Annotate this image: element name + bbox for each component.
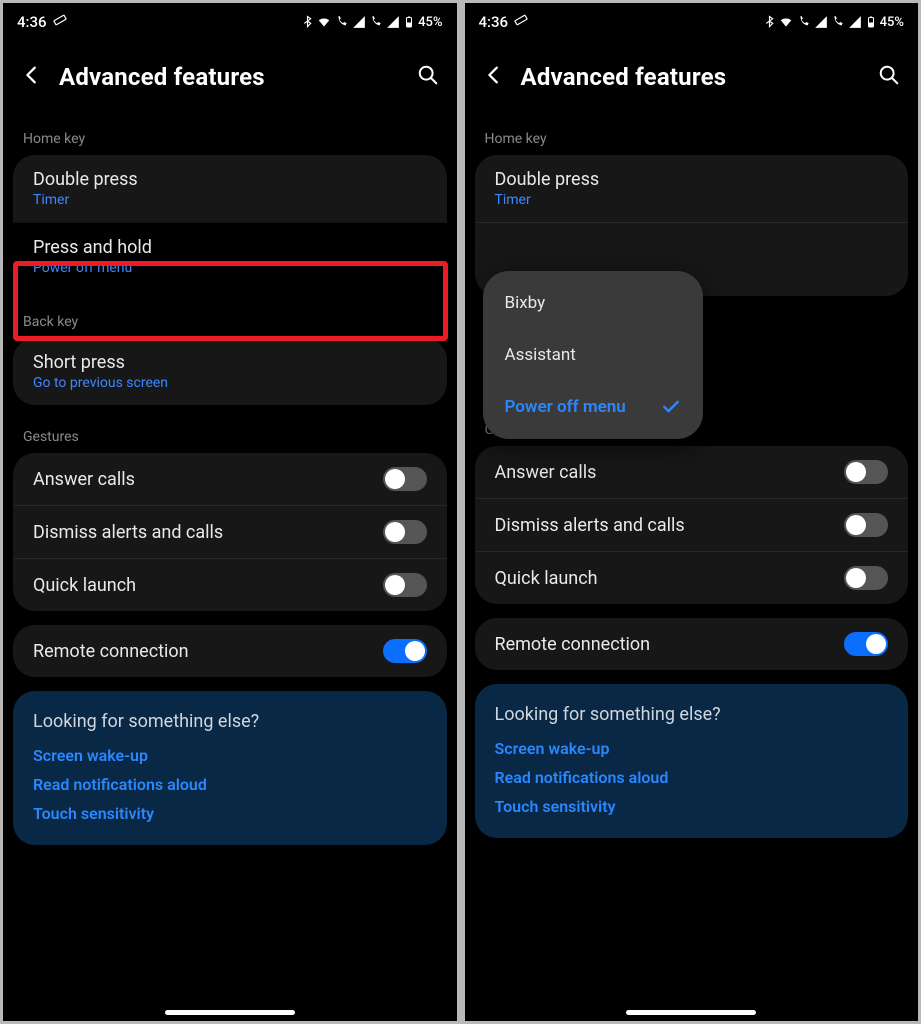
volte-icon-1 [797,15,811,29]
row-double-press[interactable]: Double press Timer [13,155,447,222]
section-gestures: Gestures [3,419,457,453]
row-title: Answer calls [33,469,373,490]
search-icon[interactable] [878,64,900,90]
row-title: Dismiss alerts and calls [33,522,373,543]
signal-icon-2 [848,15,862,29]
link-screen-wake-up[interactable]: Screen wake-up [33,746,427,765]
section-home-key: Home key [3,121,457,155]
home-indicator[interactable] [165,1010,295,1015]
checkmark-icon [661,397,681,417]
toggle-dismiss-alerts[interactable] [383,520,427,544]
popup-option-bixby[interactable]: Bixby [483,277,703,329]
row-press-and-hold[interactable]: Press and hold Power off menu [13,222,447,290]
status-bar: 4:36 45% [3,3,457,39]
popup-option-assistant[interactable]: Assistant [483,329,703,381]
search-icon[interactable] [417,64,439,90]
section-home-key: Home key [465,121,919,155]
row-title: Double press [495,169,889,190]
toggle-quick-launch[interactable] [844,566,888,590]
status-time: 4:36 [479,13,509,31]
row-answer-calls[interactable]: Answer calls [13,453,447,505]
row-subtitle: Power off menu [33,260,427,276]
row-title: Quick launch [33,575,373,596]
toggle-answer-calls[interactable] [844,460,888,484]
toggle-answer-calls[interactable] [383,467,427,491]
toggle-remote-connection[interactable] [383,639,427,663]
section-back-key: Back key [3,304,457,338]
row-title: Remote connection [33,641,373,662]
wifi-icon [316,15,332,29]
volte-icon-2 [831,15,845,29]
page-header: Advanced features [465,39,919,121]
row-subtitle: Timer [33,192,427,208]
signal-icon-2 [386,15,400,29]
battery-icon [865,14,877,30]
row-title: Quick launch [495,568,835,589]
screenshot-left: 4:36 45% Advanced features Home key [3,3,457,1021]
row-double-press[interactable]: Double press Timer [475,155,909,222]
link-read-notifications-aloud[interactable]: Read notifications aloud [495,768,889,787]
home-indicator[interactable] [626,1010,756,1015]
wifi-icon [778,15,794,29]
card-back-key: Short press Go to previous screen [13,338,447,405]
popup-label: Assistant [505,345,576,365]
back-icon[interactable] [483,64,505,90]
card-gestures: Answer calls Dismiss alerts and calls Qu… [13,453,447,611]
toggle-quick-launch[interactable] [383,573,427,597]
row-dismiss-alerts[interactable]: Dismiss alerts and calls [475,498,909,551]
row-quick-launch[interactable]: Quick launch [13,558,447,611]
row-title: Press and hold [33,237,427,258]
bluetooth-icon [764,15,775,29]
row-dismiss-alerts[interactable]: Dismiss alerts and calls [13,505,447,558]
battery-percent: 45% [418,15,442,30]
card-remote: Remote connection [13,625,447,677]
status-time: 4:36 [17,13,47,31]
status-bar: 4:36 45% [465,3,919,39]
link-touch-sensitivity[interactable]: Touch sensitivity [495,797,889,816]
link-screen-wake-up[interactable]: Screen wake-up [495,739,889,758]
suggestion-card: Looking for something else? Screen wake-… [13,691,447,845]
row-title: Answer calls [495,462,835,483]
popup-label: Power off menu [505,397,626,417]
press-hold-popup: Bixby Assistant Power off menu [483,271,703,439]
card-remote: Remote connection [475,618,909,670]
row-title: Dismiss alerts and calls [495,515,835,536]
row-subtitle: Go to previous screen [33,375,427,391]
card-gestures: Answer calls Dismiss alerts and calls Qu… [475,446,909,604]
link-read-notifications-aloud[interactable]: Read notifications aloud [33,775,427,794]
volte-icon-2 [369,15,383,29]
row-title: Double press [33,169,427,190]
page-title: Advanced features [59,63,401,91]
popup-option-power-off-menu[interactable]: Power off menu [483,381,703,433]
back-icon[interactable] [21,64,43,90]
ruler-icon [514,13,528,31]
ruler-icon [53,13,67,31]
card-home-key: Double press Timer Press and hold Power … [13,155,447,290]
signal-icon-1 [352,15,366,29]
link-touch-sensitivity[interactable]: Touch sensitivity [33,804,427,823]
suggestion-card: Looking for something else? Screen wake-… [475,684,909,838]
row-quick-launch[interactable]: Quick launch [475,551,909,604]
volte-icon-1 [335,15,349,29]
battery-icon [403,14,415,30]
row-answer-calls[interactable]: Answer calls [475,446,909,498]
popup-label: Bixby [505,293,546,313]
suggestion-title: Looking for something else? [495,704,889,725]
row-title: Remote connection [495,634,835,655]
screenshot-right: 4:36 45% Advanced features Home key [465,3,919,1021]
battery-percent: 45% [880,15,904,30]
suggestion-title: Looking for something else? [33,711,427,732]
row-subtitle: Timer [495,192,889,208]
row-short-press[interactable]: Short press Go to previous screen [13,338,447,405]
toggle-dismiss-alerts[interactable] [844,513,888,537]
row-remote-connection[interactable]: Remote connection [13,625,447,677]
toggle-remote-connection[interactable] [844,632,888,656]
page-title: Advanced features [521,63,863,91]
signal-icon-1 [814,15,828,29]
row-remote-connection[interactable]: Remote connection [475,618,909,670]
bluetooth-icon [302,15,313,29]
row-title: Short press [33,352,427,373]
page-header: Advanced features [3,39,457,121]
